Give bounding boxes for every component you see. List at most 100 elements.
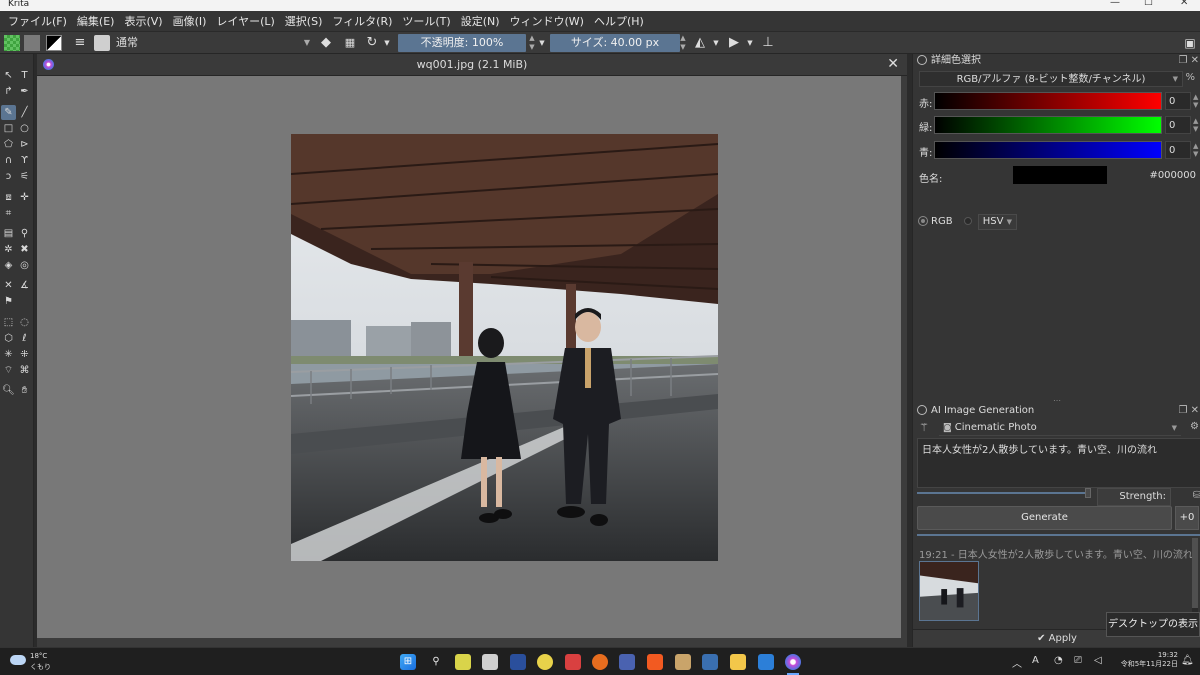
close-window-button[interactable]: ✕ — [1180, 0, 1188, 8]
size-slider[interactable]: サイズ: 40.00 px — [550, 34, 680, 52]
float-close-icon[interactable]: ❐ ✕ — [1178, 404, 1199, 418]
brush-tool-icon[interactable]: ✎ — [1, 105, 16, 120]
prompt-textarea[interactable]: 日本人女性が2人散歩しています。青い空、川の流れ — [917, 438, 1200, 488]
contiguous-selection-tool-icon[interactable]: ✳ — [1, 347, 16, 362]
menu-filter[interactable]: フィルタ(R) — [327, 11, 397, 32]
docker-layout-icon[interactable]: ▣ — [1182, 35, 1198, 51]
line-tool-icon[interactable]: ╱ — [17, 105, 32, 120]
history-scroll-thumb[interactable] — [1192, 538, 1198, 608]
brush-settings-icon[interactable]: ≡ — [72, 35, 88, 51]
search-icon[interactable]: ⚲ — [428, 654, 444, 670]
start-icon[interactable]: ⊞ — [400, 654, 416, 670]
crop-tool-icon[interactable]: ⌗ — [1, 206, 16, 221]
brush-preset-icon[interactable] — [94, 35, 110, 51]
rect-selection-tool-icon[interactable]: ⬚ — [1, 315, 16, 330]
volume-icon[interactable]: ◁ — [1094, 655, 1102, 666]
app-icon-5[interactable] — [675, 654, 691, 670]
move-tool-icon[interactable]: ✛ — [17, 190, 32, 205]
color-picker-tool-icon[interactable]: ⚲ — [17, 226, 32, 241]
blue-channel-input[interactable]: 0 — [1165, 141, 1191, 159]
red-channel-slider[interactable] — [934, 92, 1162, 110]
minimize-button[interactable]: — — [1110, 0, 1120, 8]
chevron-up-icon[interactable]: ︿ — [1012, 655, 1022, 670]
fill-tool-icon[interactable]: ◈ — [1, 258, 16, 273]
layers-icon[interactable]: ⛁ — [1193, 490, 1200, 501]
menu-window[interactable]: ウィンドウ(W) — [505, 11, 589, 32]
app-icon-2[interactable] — [537, 654, 553, 670]
similar-selection-tool-icon[interactable]: ⁜ — [17, 347, 32, 362]
network-icon[interactable]: ⎚ — [1074, 655, 1082, 666]
mirror-vertical-icon[interactable]: ▶ — [726, 35, 742, 51]
vscode-icon[interactable] — [758, 654, 774, 670]
menu-settings[interactable]: 設定(N) — [456, 11, 505, 32]
notification-icon[interactable]: 🔔︎ — [1181, 655, 1194, 666]
ellipse-selection-tool-icon[interactable]: ◌ — [17, 315, 32, 330]
maximize-button[interactable]: ☐ — [1144, 0, 1153, 8]
green-channel-slider[interactable] — [934, 116, 1162, 134]
menu-layer[interactable]: レイヤー(L) — [211, 11, 279, 32]
rgb-radio[interactable]: RGB — [919, 216, 953, 227]
bezier-selection-tool-icon[interactable]: ⌔ — [1, 363, 16, 378]
ellipse-tool-icon[interactable]: ○ — [17, 121, 32, 136]
smart-patch-tool-icon[interactable]: ✖ — [17, 242, 32, 257]
chevron-down-icon[interactable]: ▼ — [712, 35, 720, 51]
assistant-tool-icon[interactable]: ✕ — [1, 278, 16, 293]
text-tool-icon[interactable]: T — [17, 68, 32, 83]
select-shapes-tool-icon[interactable]: ↖ — [1, 68, 16, 83]
hex-color-input[interactable]: #000000 — [1149, 170, 1196, 181]
pattern-swatch[interactable] — [24, 35, 40, 51]
strength-slider[interactable] — [917, 492, 1087, 494]
eraser-icon[interactable]: ◆ — [318, 35, 334, 51]
gradient-swatch[interactable] — [4, 35, 20, 51]
document-tab[interactable]: wq001.jpg (2.1 MiB) ✕ — [37, 54, 907, 76]
app-icon-4[interactable] — [619, 654, 635, 670]
magnetic-selection-tool-icon[interactable]: ⌘ — [17, 363, 32, 378]
red-channel-input[interactable]: 0 — [1165, 92, 1191, 110]
file-explorer-icon[interactable] — [730, 654, 746, 670]
transform-tool-icon[interactable]: ⧈ — [1, 190, 16, 205]
color-model-select[interactable]: RGB/アルファ (8-ビット整数/チャンネル) ▼ — [919, 71, 1183, 87]
close-document-icon[interactable]: ✕ — [887, 56, 899, 72]
strength-input[interactable]: Strength: 100% — [1097, 488, 1171, 518]
size-spin-icon[interactable]: ▲ ▼ — [679, 34, 687, 52]
bezier-tool-icon[interactable]: ∩ — [1, 153, 16, 168]
clock[interactable]: 19:32 令和5年11月22日 — [1118, 651, 1178, 669]
menu-tools[interactable]: ツール(T) — [397, 11, 455, 32]
app-icon-1[interactable] — [510, 654, 526, 670]
menu-edit[interactable]: 編集(E) — [72, 11, 120, 32]
canvas-horizontal-scrollbar[interactable] — [37, 638, 907, 647]
style-preset-select[interactable]: ◙ Cinematic Photo ▼ — [939, 420, 1181, 436]
spin-icon[interactable]: ▲ ▼ — [1193, 93, 1198, 109]
ime-indicator[interactable]: A — [1032, 655, 1039, 666]
weather-widget[interactable]: 18°C くもり — [10, 651, 70, 673]
reference-images-tool-icon[interactable]: ⚑ — [1, 294, 16, 309]
measure-tool-icon[interactable]: ∡ — [17, 278, 32, 293]
opacity-slider[interactable]: 不透明度: 100% — [398, 34, 526, 52]
menu-file[interactable]: ファイル(F) — [3, 11, 72, 32]
blend-mode-select[interactable]: 通常 ▼ — [112, 34, 312, 52]
calligraphy-tool-icon[interactable]: ✒ — [17, 84, 32, 99]
menu-help[interactable]: ヘルプ(H) — [589, 11, 649, 32]
percent-toggle[interactable]: % — [1185, 72, 1195, 83]
strength-slider-handle[interactable] — [1085, 488, 1091, 498]
opacity-spin-icon[interactable]: ▲ ▼ — [528, 34, 536, 52]
generate-button[interactable]: Generate — [917, 506, 1172, 530]
fg-bg-color-icon[interactable] — [46, 35, 62, 51]
wrap-around-icon[interactable]: ⊥ — [760, 35, 776, 51]
app-icon-6[interactable] — [702, 654, 718, 670]
settings-gear-icon[interactable]: ⚙ — [1190, 421, 1199, 432]
hsv-radio[interactable] — [963, 216, 976, 227]
polyline-tool-icon[interactable]: ⊳ — [17, 137, 32, 152]
dynamic-brush-tool-icon[interactable]: ↄ — [1, 169, 16, 184]
brave-icon[interactable] — [647, 654, 663, 670]
ime-mode-icon[interactable]: ◔ — [1054, 655, 1063, 666]
freehand-path-tool-icon[interactable]: ϒ — [17, 153, 32, 168]
pan-tool-icon[interactable]: ✋︎ — [17, 383, 32, 398]
multibrush-tool-icon[interactable]: ⚟ — [17, 169, 32, 184]
colorize-mask-tool-icon[interactable]: ✲ — [1, 242, 16, 257]
task-view-icon[interactable] — [482, 654, 498, 670]
chevron-down-icon[interactable]: ▼ — [538, 35, 546, 51]
canvas-vertical-scrollbar[interactable] — [901, 76, 907, 638]
history-thumbnail[interactable] — [919, 561, 979, 621]
enclose-fill-tool-icon[interactable]: ◎ — [17, 258, 32, 273]
